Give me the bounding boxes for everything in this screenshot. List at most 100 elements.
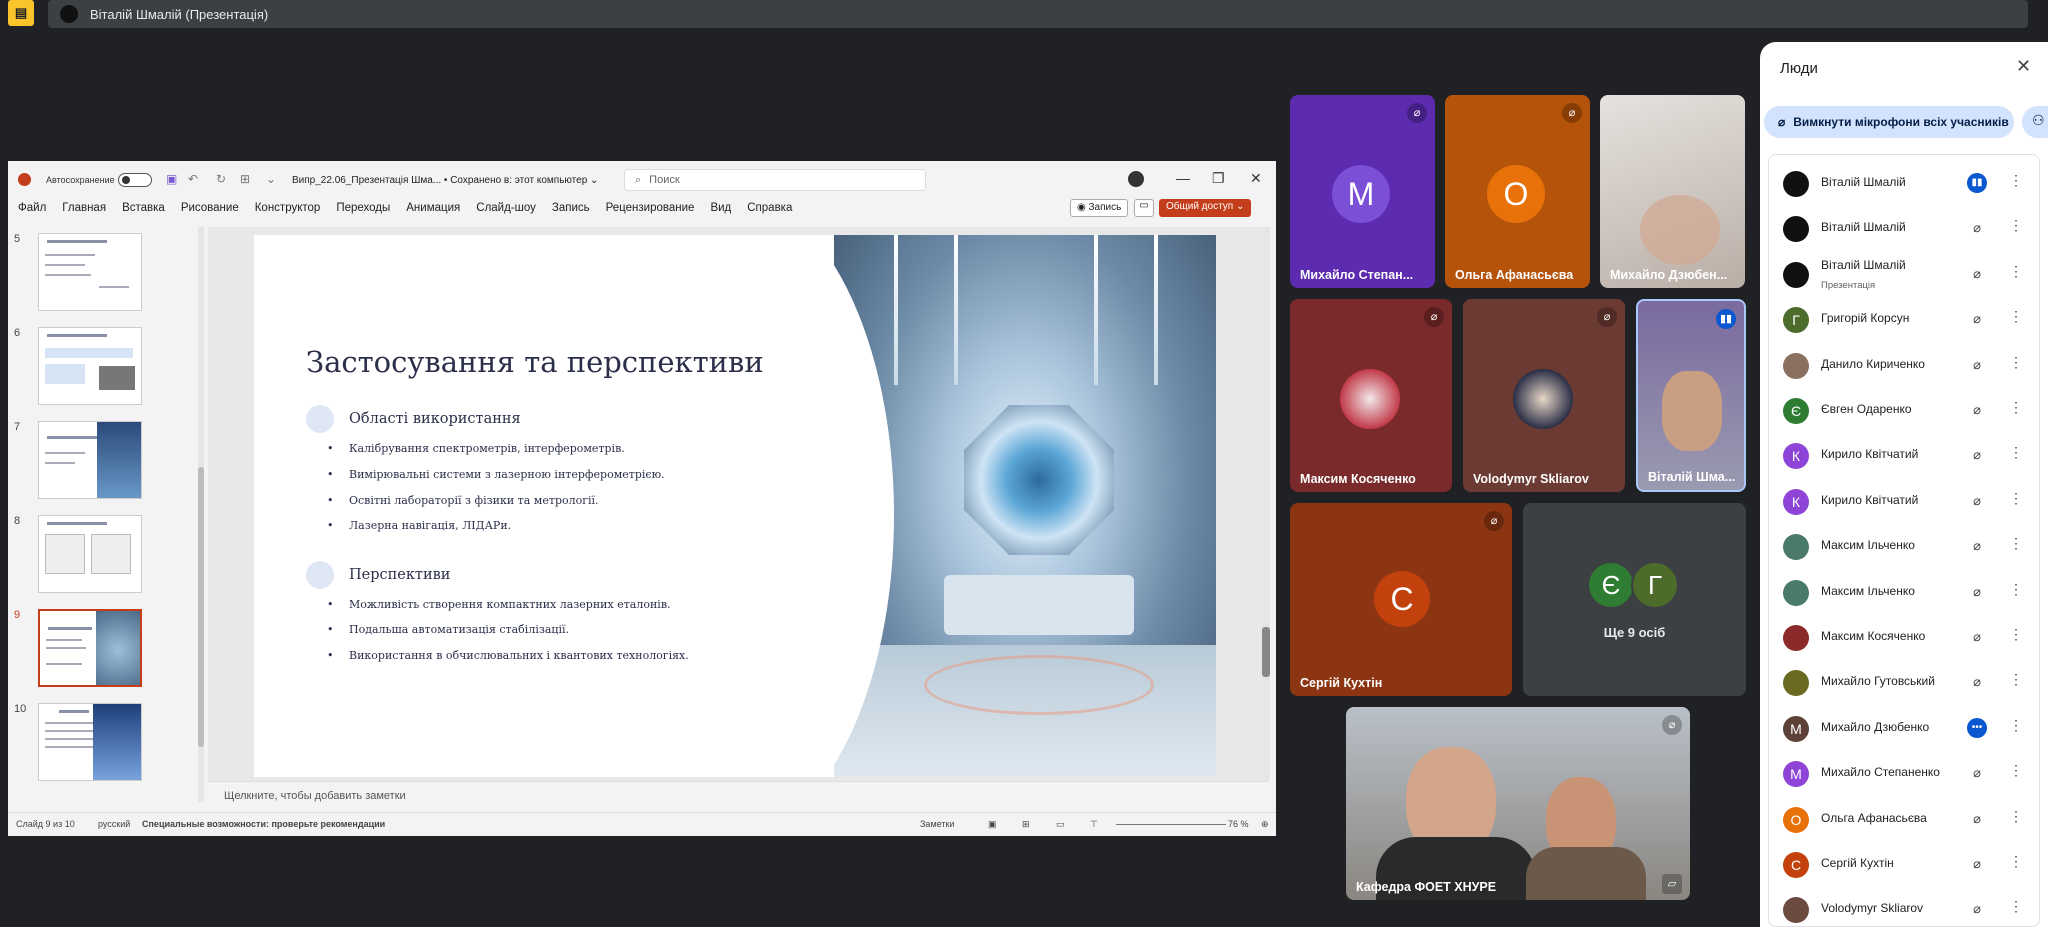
more-vert-icon[interactable]: ⋮ — [2009, 853, 2023, 870]
tab-draw[interactable]: Рисование — [181, 202, 239, 214]
participant-row[interactable]: Михайло Гутовський ⌀ ⋮ — [1769, 660, 2041, 705]
bullet[interactable]: Можливість створення компактних лазерних… — [327, 598, 670, 611]
tab-review[interactable]: Рецензирование — [606, 202, 695, 214]
more-vert-icon[interactable]: ⋮ — [2009, 717, 2023, 734]
mic-off-icon[interactable]: ⌀ — [1967, 536, 1987, 556]
accessibility-status[interactable]: Специальные возможности: проверьте реком… — [142, 819, 385, 829]
zoom-slider[interactable] — [1116, 824, 1226, 825]
participant-tile[interactable]: O ⌀ Ольга Афанасьєва — [1445, 95, 1590, 288]
more-vert-icon[interactable]: ⋮ — [2009, 808, 2023, 825]
thumbnail-slide-9[interactable]: 9 — [14, 609, 144, 687]
participant-tile[interactable]: ⌀ Максим Косяченко — [1290, 299, 1452, 492]
document-title[interactable]: Випр_22.06_Презентація Шма... • Сохранен… — [292, 175, 598, 186]
section-title-prospects[interactable]: Перспективи — [349, 567, 450, 583]
thumbnails-scrollbar[interactable] — [198, 227, 204, 802]
presentation-off-icon[interactable]: ▤ — [8, 0, 34, 26]
more-vert-icon[interactable]: ⋮ — [2009, 671, 2023, 688]
bullet[interactable]: Освітні лабораторії з фізики та метролог… — [327, 494, 598, 507]
participant-row[interactable]: Volodymyr Skliarov ⌀ ⋮ — [1769, 887, 2041, 927]
participant-row[interactable]: Максим Ільченко ⌀ ⋮ — [1769, 524, 2041, 569]
participant-row[interactable]: Віталій Шмалій ⌀ ⋮ — [1769, 206, 2041, 251]
participant-row[interactable]: Г Григорій Корсун ⌀ ⋮ — [1769, 297, 2041, 342]
mic-off-icon[interactable]: ⌀ — [1967, 445, 1987, 465]
more-vert-icon[interactable]: ⋮ — [2009, 762, 2023, 779]
more-vert-icon[interactable]: ⋮ — [2009, 172, 2023, 189]
participant-row[interactable]: Є Євген Одаренко ⌀ ⋮ — [1769, 388, 2041, 433]
bullet[interactable]: Використання в обчислювальних і квантови… — [327, 649, 689, 662]
more-vert-icon[interactable]: ⋮ — [2009, 535, 2023, 552]
comments-icon[interactable]: ▭ — [1134, 199, 1154, 217]
zoom-level[interactable]: 76 % — [1228, 819, 1249, 829]
participant-row[interactable]: M Михайло Степаненко ⌀ ⋮ — [1769, 751, 2041, 796]
participant-tile[interactable]: ⌀ Volodymyr Skliarov — [1463, 299, 1625, 492]
bullet[interactable]: Подальша автоматизація стабілізації. — [327, 623, 569, 636]
mic-off-icon[interactable]: ⌀ — [1967, 400, 1987, 420]
mic-off-icon[interactable]: ⌀ — [1967, 218, 1987, 238]
notes-toggle[interactable]: Заметки — [920, 819, 954, 829]
add-people-icon[interactable]: ⚇ — [2022, 106, 2048, 138]
tab-insert[interactable]: Вставка — [122, 202, 165, 214]
section-title-usage[interactable]: Області використання — [349, 411, 521, 427]
normal-view-icon[interactable]: ▣ — [988, 819, 997, 830]
thumbnail-slide-8[interactable]: 8 — [14, 515, 144, 593]
fit-slide-icon[interactable]: ⊕ — [1261, 819, 1269, 830]
participant-row[interactable]: M Михайло Дзюбенко ••• ⋮ — [1769, 706, 2041, 751]
mic-off-icon[interactable]: ⌀ — [1967, 627, 1987, 647]
close-icon[interactable]: ✕ — [1250, 170, 1262, 187]
participant-row[interactable]: C Сергій Кухтін ⌀ ⋮ — [1769, 842, 2041, 887]
mic-off-icon[interactable]: ⌀ — [1967, 582, 1987, 602]
more-vert-icon[interactable]: ⋮ — [2009, 217, 2023, 234]
autosave-toggle[interactable] — [118, 173, 152, 187]
more-vert-icon[interactable]: ⋮ — [2009, 354, 2023, 371]
participant-row[interactable]: O Ольга Афанасьєва ⌀ ⋮ — [1769, 797, 2041, 842]
tab-record[interactable]: Запись — [552, 202, 590, 214]
redo-icon[interactable]: ↻ — [216, 172, 226, 186]
mic-off-icon[interactable]: ⌀ — [1967, 491, 1987, 511]
more-vert-icon[interactable]: ⋮ — [2009, 444, 2023, 461]
tab-home[interactable]: Главная — [62, 202, 106, 214]
mute-all-button[interactable]: ⌀ Вимкнути мікрофони всіх учасників — [1764, 106, 2014, 138]
participant-tile[interactable]: M ⌀ Михайло Степан... — [1290, 95, 1435, 288]
participant-row[interactable]: К Кирило Квітчатий ⌀ ⋮ — [1769, 433, 2041, 478]
record-button[interactable]: ◉ Запись — [1070, 199, 1129, 217]
participant-row[interactable]: К Кирило Квітчатий ⌀ ⋮ — [1769, 479, 2041, 524]
account-avatar[interactable] — [1128, 171, 1144, 187]
tab-animations[interactable]: Анимация — [406, 202, 460, 214]
more-participants-tile[interactable]: Є Г Ще 9 осіб — [1523, 503, 1746, 696]
more-vert-icon[interactable]: ⋮ — [2009, 581, 2023, 598]
mic-off-icon[interactable]: ⌀ — [1967, 899, 1987, 919]
participant-video-tile-speaking[interactable]: ▮▮ Віталій Шма... — [1636, 299, 1746, 492]
notes-pane[interactable]: Щелкните, чтобы добавить заметки — [208, 781, 1268, 811]
undo-icon[interactable]: ↶ — [188, 172, 198, 186]
participant-row[interactable]: Максим Косяченко ⌀ ⋮ — [1769, 615, 2041, 660]
bullet[interactable]: Вимірювальні системи з лазерною інтерфер… — [327, 468, 665, 481]
thumbnail-slide-10[interactable]: 10 — [14, 703, 144, 781]
language-label[interactable]: русский — [98, 819, 130, 829]
tab-view[interactable]: Вид — [710, 202, 731, 214]
more-vert-icon[interactable]: ⋮ — [2009, 626, 2023, 643]
tab-help[interactable]: Справка — [747, 202, 792, 214]
search-input[interactable]: ⌕ Поиск — [624, 169, 926, 191]
more-vert-icon[interactable]: ⋮ — [2009, 490, 2023, 507]
maximize-icon[interactable]: ❐ — [1212, 170, 1225, 187]
tab-transitions[interactable]: Переходы — [336, 202, 390, 214]
presenter-chip[interactable]: Віталій Шмалій (Презентація) — [48, 0, 2028, 28]
participant-row[interactable]: Данило Кириченко ⌀ ⋮ — [1769, 343, 2041, 388]
more-vert-icon[interactable]: ⋮ — [2009, 263, 2023, 280]
slide-scrollbar[interactable] — [1262, 227, 1270, 781]
slide-title[interactable]: Застосування та перспективи — [306, 345, 764, 379]
mic-off-icon[interactable]: ⌀ — [1967, 355, 1987, 375]
current-slide[interactable]: Застосування та перспективи Області вико… — [254, 235, 1216, 777]
mic-off-icon[interactable]: ⌀ — [1967, 672, 1987, 692]
mic-off-icon[interactable]: ⌀ — [1967, 309, 1987, 329]
more-vert-icon[interactable]: ⋮ — [2009, 399, 2023, 416]
mic-off-icon[interactable]: ⌀ — [1967, 854, 1987, 874]
close-icon[interactable]: ✕ — [2016, 56, 2031, 77]
slideshow-icon[interactable]: ⊤ — [1090, 819, 1098, 830]
minimize-icon[interactable]: — — [1176, 170, 1190, 186]
thumbnail-slide-5[interactable]: 5 — [14, 233, 144, 311]
more-options-icon[interactable]: ••• — [1967, 717, 1987, 738]
participant-video-tile[interactable]: Михайло Дзюбен... — [1600, 95, 1745, 288]
present-from-start-icon[interactable]: ⊞ — [240, 172, 250, 186]
slide-sorter-icon[interactable]: ⊞ — [1022, 819, 1030, 830]
